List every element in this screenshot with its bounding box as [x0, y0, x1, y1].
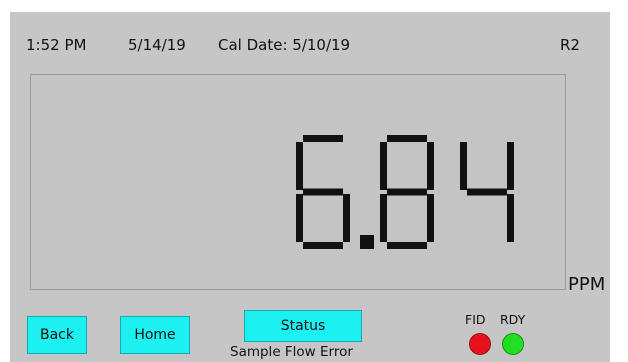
- digit-1-segment-b: [427, 142, 434, 190]
- fid-status-light: [469, 333, 491, 355]
- reading-display: [30, 74, 566, 290]
- digit-2-segment-b: [507, 142, 514, 190]
- digit-0-segment-e: [296, 194, 303, 242]
- date-display: 5/14/19: [128, 36, 186, 54]
- back-button[interactable]: Back: [27, 316, 87, 354]
- digit-1-segment-e: [380, 194, 387, 242]
- range-indicator: R2: [560, 36, 580, 54]
- digit-0-segment-f: [296, 142, 303, 190]
- decimal-point: [360, 235, 374, 249]
- fid-label: FID: [465, 312, 486, 327]
- digit-2-segment-c: [507, 194, 514, 242]
- instrument-screen: 1:52 PM 5/14/19 Cal Date: 5/10/19 R2 PPM…: [10, 12, 610, 362]
- home-button[interactable]: Home: [120, 316, 190, 354]
- digit-1-segment-g: [387, 188, 427, 196]
- seven-segment-readout: [296, 135, 514, 249]
- digit-0-segment-a: [303, 135, 343, 142]
- rdy-label: RDY: [500, 312, 526, 327]
- status-message: Sample Flow Error: [230, 344, 353, 360]
- digit-0-segment-d: [303, 242, 343, 249]
- digit-1-segment-a: [387, 135, 427, 142]
- digit-2-segment-g: [467, 188, 507, 196]
- digit-1-segment-f: [380, 142, 387, 190]
- digit-0-segment-c: [343, 194, 350, 242]
- digit-2-segment-f: [460, 142, 467, 190]
- status-button[interactable]: Status: [244, 310, 362, 342]
- rdy-status-light: [502, 333, 524, 355]
- digit-0-segment-g: [303, 188, 343, 196]
- units-label: PPM: [568, 274, 606, 295]
- cal-date-display: Cal Date: 5/10/19: [218, 36, 351, 54]
- time-display: 1:52 PM: [26, 36, 87, 54]
- digit-1-segment-d: [387, 242, 427, 249]
- digit-1-segment-c: [427, 194, 434, 242]
